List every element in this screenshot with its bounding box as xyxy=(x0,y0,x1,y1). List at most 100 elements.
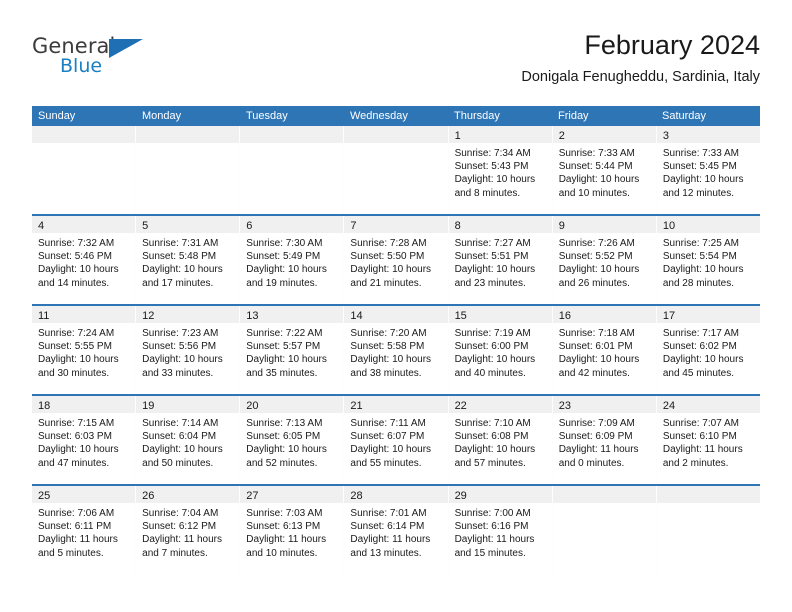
day-number: 21 xyxy=(350,400,363,412)
day-number: 29 xyxy=(454,490,467,502)
day-number: 13 xyxy=(246,310,259,322)
calendar-day-cell[interactable]: 4 Sunrise: 7:32 AM Sunset: 5:46 PM Daylight… xyxy=(32,216,137,304)
sunrise-text: Sunrise: 7:20 AM xyxy=(350,328,427,339)
page-title: February 2024 xyxy=(584,30,760,60)
calendar-day-cell[interactable]: 1 Sunrise: 7:34 AM Sunset: 5:43 PM Daylight… xyxy=(448,126,553,214)
sunrise-text: Sunrise: 7:13 AM xyxy=(246,418,323,429)
calendar-day-cell[interactable]: 11 Sunrise: 7:24 AM Sunset: 5:55 PM Dayligh… xyxy=(32,306,137,394)
day-sun-info: Sunrise: 7:03 AM Sunset: 6:13 PM Daylight:… xyxy=(240,503,343,560)
date-band xyxy=(32,126,136,143)
calendar-day-cell[interactable]: 10 Sunrise: 7:25 AM Sunset: 5:54 PM Dayligh… xyxy=(656,216,760,304)
day-number: 1 xyxy=(454,130,461,142)
calendar-day-cell[interactable]: 2 Sunrise: 7:33 AM Sunset: 5:44 PM Daylight… xyxy=(552,126,657,214)
triangle-flag-icon xyxy=(109,39,143,58)
calendar-day-cell[interactable]: 19 Sunrise: 7:14 AM Sunset: 6:04 PM Dayligh… xyxy=(136,396,241,484)
calendar-day-cell[interactable]: 20 Sunrise: 7:13 AM Sunset: 6:05 PM Dayligh… xyxy=(240,396,345,484)
sunrise-text: Sunrise: 7:30 AM xyxy=(246,238,323,249)
sunset-text: Sunset: 6:12 PM xyxy=(142,521,217,533)
calendar-day-cell[interactable]: 15 Sunrise: 7:19 AM Sunset: 6:00 PM Dayligh… xyxy=(448,306,553,394)
daylight-text: Daylight: 10 hours and 57 minutes. xyxy=(454,444,536,469)
day-number: 19 xyxy=(142,400,155,412)
day-number: 4 xyxy=(38,220,45,232)
sunrise-text: Sunrise: 7:25 AM xyxy=(662,238,739,249)
date-band: 5 xyxy=(136,216,240,233)
date-band xyxy=(656,486,760,503)
date-band: 18 xyxy=(32,396,136,413)
day-header-wednesday: Wednesday xyxy=(350,110,408,122)
calendar-day-cell[interactable]: 13 Sunrise: 7:22 AM Sunset: 5:57 PM Dayligh… xyxy=(240,306,345,394)
calendar-day-cell[interactable]: 6 Sunrise: 7:30 AM Sunset: 5:49 PM Daylight… xyxy=(240,216,345,304)
sunset-text: Sunset: 6:08 PM xyxy=(454,431,529,443)
calendar-day-cell[interactable]: 27 Sunrise: 7:03 AM Sunset: 6:13 PM Dayligh… xyxy=(240,486,345,574)
calendar-day-cell[interactable]: 25 Sunrise: 7:06 AM Sunset: 6:11 PM Dayligh… xyxy=(32,486,137,574)
sunrise-text: Sunrise: 7:14 AM xyxy=(142,418,219,429)
calendar-day-cell[interactable]: 8 Sunrise: 7:27 AM Sunset: 5:51 PM Daylight… xyxy=(448,216,553,304)
day-number: 26 xyxy=(142,490,155,502)
daylight-text: Daylight: 10 hours and 35 minutes. xyxy=(246,354,327,379)
date-band: 20 xyxy=(240,396,344,413)
day-number: 25 xyxy=(38,490,51,502)
sunset-text: Sunset: 6:04 PM xyxy=(142,431,217,443)
daylight-text: Daylight: 10 hours and 42 minutes. xyxy=(558,354,640,379)
calendar-day-cell[interactable]: 14 Sunrise: 7:20 AM Sunset: 5:58 PM Dayligh… xyxy=(344,306,449,394)
calendar-weeks: 1 Sunrise: 7:34 AM Sunset: 5:43 PM Daylight… xyxy=(32,126,760,574)
calendar-day-cell[interactable]: 18 Sunrise: 7:15 AM Sunset: 6:03 PM Dayligh… xyxy=(32,396,137,484)
day-number: 16 xyxy=(558,310,571,322)
sunset-text: Sunset: 5:44 PM xyxy=(558,161,633,173)
general-blue-logo[interactable]: General Blue xyxy=(32,34,212,90)
calendar-day-cell[interactable]: 28 Sunrise: 7:01 AM Sunset: 6:14 PM Dayligh… xyxy=(344,486,449,574)
sunset-text: Sunset: 6:03 PM xyxy=(38,431,112,443)
date-band: 1 xyxy=(448,126,552,143)
day-number: 23 xyxy=(558,400,571,412)
day-number: 28 xyxy=(350,490,363,502)
daylight-text: Daylight: 11 hours and 0 minutes. xyxy=(558,444,639,469)
calendar-day-cell[interactable]: 5 Sunrise: 7:31 AM Sunset: 5:48 PM Daylight… xyxy=(136,216,241,304)
daylight-text: Daylight: 11 hours and 5 minutes. xyxy=(38,534,118,559)
sunset-text: Sunset: 5:51 PM xyxy=(454,251,529,263)
sunrise-text: Sunrise: 7:23 AM xyxy=(142,328,219,339)
calendar-week-row: 18 Sunrise: 7:15 AM Sunset: 6:03 PM Dayligh… xyxy=(32,394,760,484)
date-band: 27 xyxy=(240,486,344,503)
calendar-day-cell[interactable]: 29 Sunrise: 7:00 AM Sunset: 6:16 PM Dayligh… xyxy=(448,486,553,574)
day-number: 5 xyxy=(142,220,149,232)
sunset-text: Sunset: 6:11 PM xyxy=(38,521,112,533)
calendar-day-cell[interactable]: 12 Sunrise: 7:23 AM Sunset: 5:56 PM Dayligh… xyxy=(136,306,241,394)
day-number: 9 xyxy=(558,220,565,232)
daylight-text: Daylight: 10 hours and 38 minutes. xyxy=(350,354,432,379)
day-number: 20 xyxy=(246,400,259,412)
calendar-day-cell[interactable]: 26 Sunrise: 7:04 AM Sunset: 6:12 PM Dayligh… xyxy=(136,486,241,574)
date-band: 17 xyxy=(656,306,760,323)
sunrise-text: Sunrise: 7:11 AM xyxy=(350,418,426,429)
calendar-day-cell-empty xyxy=(552,486,657,574)
sunrise-text: Sunrise: 7:07 AM xyxy=(662,418,739,429)
date-band: 22 xyxy=(448,396,552,413)
calendar-day-cell[interactable]: 3 Sunrise: 7:33 AM Sunset: 5:45 PM Daylight… xyxy=(656,126,760,214)
calendar-day-cell[interactable]: 23 Sunrise: 7:09 AM Sunset: 6:09 PM Dayligh… xyxy=(552,396,657,484)
calendar-day-cell[interactable]: 9 Sunrise: 7:26 AM Sunset: 5:52 PM Daylight… xyxy=(552,216,657,304)
daylight-text: Daylight: 10 hours and 52 minutes. xyxy=(246,444,327,469)
day-sun-info: Sunrise: 7:31 AM Sunset: 5:48 PM Daylight:… xyxy=(136,233,239,290)
date-band: 4 xyxy=(32,216,136,233)
sunset-text: Sunset: 5:48 PM xyxy=(142,251,217,263)
calendar-day-cell-empty xyxy=(344,126,449,214)
calendar-week-row: 11 Sunrise: 7:24 AM Sunset: 5:55 PM Dayligh… xyxy=(32,304,760,394)
sunset-text: Sunset: 5:46 PM xyxy=(38,251,112,263)
calendar-day-cell[interactable]: 22 Sunrise: 7:10 AM Sunset: 6:08 PM Dayligh… xyxy=(448,396,553,484)
date-band: 25 xyxy=(32,486,136,503)
date-band: 3 xyxy=(656,126,760,143)
calendar-day-cell[interactable]: 24 Sunrise: 7:07 AM Sunset: 6:10 PM Dayligh… xyxy=(656,396,760,484)
calendar-day-cell[interactable]: 7 Sunrise: 7:28 AM Sunset: 5:50 PM Daylight… xyxy=(344,216,449,304)
daylight-text: Daylight: 10 hours and 8 minutes. xyxy=(454,174,536,199)
calendar-page: General Blue February 2024 Donigala Fenu… xyxy=(0,0,792,612)
day-sun-info: Sunrise: 7:30 AM Sunset: 5:49 PM Daylight:… xyxy=(240,233,343,290)
calendar-day-cell[interactable]: 21 Sunrise: 7:11 AM Sunset: 6:07 PM Dayligh… xyxy=(344,396,449,484)
day-of-week-header-row: Sunday Monday Tuesday Wednesday Thursday Frid… xyxy=(32,106,760,126)
sunset-text: Sunset: 5:58 PM xyxy=(350,341,425,353)
day-sun-info: Sunrise: 7:33 AM Sunset: 5:44 PM Daylight:… xyxy=(553,143,656,200)
day-number: 17 xyxy=(662,310,676,322)
daylight-text: Daylight: 10 hours and 47 minutes. xyxy=(38,444,119,469)
daylight-text: Daylight: 10 hours and 30 minutes. xyxy=(38,354,119,379)
sunrise-text: Sunrise: 7:34 AM xyxy=(454,148,531,159)
calendar-day-cell[interactable]: 17 Sunrise: 7:17 AM Sunset: 6:02 PM Dayligh… xyxy=(656,306,760,394)
calendar-day-cell[interactable]: 16 Sunrise: 7:18 AM Sunset: 6:01 PM Dayligh… xyxy=(552,306,657,394)
